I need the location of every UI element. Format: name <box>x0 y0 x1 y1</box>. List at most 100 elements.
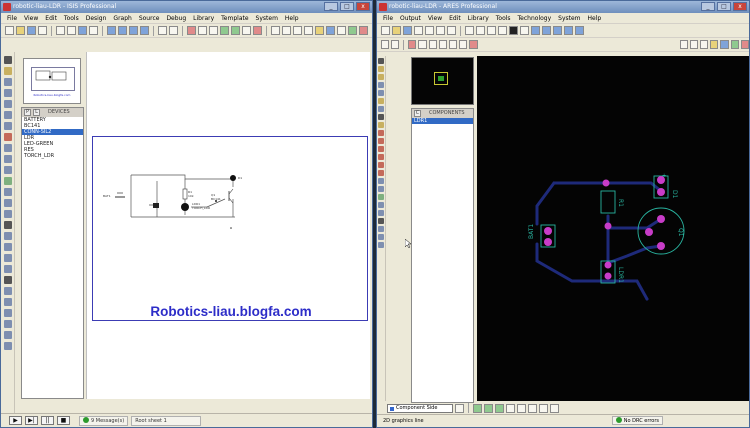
box-icon[interactable] <box>3 232 12 240</box>
menu-graph[interactable]: Graph <box>113 13 131 23</box>
print-icon[interactable] <box>38 26 47 35</box>
line-icon[interactable] <box>3 221 12 229</box>
block-move-icon[interactable] <box>449 40 458 49</box>
menu-edit[interactable]: Edit <box>45 13 57 23</box>
connectivity-highlight-icon[interactable] <box>378 114 384 120</box>
flip-icon[interactable] <box>476 26 485 35</box>
circle-icon[interactable] <box>3 243 12 251</box>
wire-autorouter-icon[interactable] <box>315 26 324 35</box>
symbol-2d-icon[interactable] <box>378 226 384 232</box>
track-mode-icon[interactable] <box>378 82 384 88</box>
component-mode-icon[interactable] <box>378 66 384 72</box>
text-2d-icon[interactable] <box>378 218 384 224</box>
polygon-pad-icon[interactable] <box>378 162 384 168</box>
menu-tools[interactable]: Tools <box>64 13 79 23</box>
new-icon[interactable] <box>5 26 14 35</box>
redo-icon[interactable] <box>169 26 178 35</box>
zoom-in-icon[interactable] <box>542 26 551 35</box>
decompose-icon[interactable] <box>699 40 709 49</box>
grid-icon[interactable] <box>487 26 496 35</box>
layer-dropdown-icon[interactable] <box>455 403 464 413</box>
track-style-icon[interactable] <box>484 403 493 413</box>
circle-2d-icon[interactable] <box>378 194 384 200</box>
graph-icon[interactable] <box>3 155 12 163</box>
export-icon[interactable] <box>425 26 434 35</box>
rotate-ccw-icon[interactable] <box>3 320 12 328</box>
layer-toggle-icon[interactable] <box>509 26 518 35</box>
menu-system[interactable]: System <box>256 13 278 23</box>
round-pad-icon[interactable] <box>378 122 384 128</box>
via-style-icon[interactable] <box>495 403 504 413</box>
make-package-icon[interactable] <box>689 40 698 49</box>
isis-overview-window[interactable]: Robotics-liau.blogfa.com <box>23 58 81 104</box>
new-icon[interactable] <box>381 26 390 35</box>
menu-file[interactable]: File <box>7 13 17 23</box>
print-icon[interactable] <box>436 26 445 35</box>
zone-mode-icon[interactable] <box>378 98 384 104</box>
play-icon[interactable] <box>473 403 482 413</box>
zoom-all-icon[interactable] <box>129 26 138 35</box>
minimize-button[interactable]: _ <box>324 2 338 11</box>
subcircuit-icon[interactable] <box>3 122 12 130</box>
refresh-icon[interactable] <box>465 26 474 35</box>
menu-view[interactable]: View <box>428 13 442 23</box>
component-mode-icon[interactable] <box>3 67 12 75</box>
menu-debug[interactable]: Debug <box>166 13 186 23</box>
paste-icon[interactable] <box>428 40 437 49</box>
play-button[interactable]: ▶ <box>9 416 22 425</box>
path-2d-icon[interactable] <box>378 210 384 216</box>
open-icon[interactable] <box>392 26 401 35</box>
menu-tools[interactable]: Tools <box>496 13 511 23</box>
grid-icon[interactable] <box>67 26 76 35</box>
arc-2d-icon[interactable] <box>378 202 384 208</box>
menu-edit[interactable]: Edit <box>449 13 461 23</box>
pick-device-icon[interactable] <box>271 26 280 35</box>
autorouter-icon[interactable] <box>710 40 719 49</box>
copy-icon[interactable] <box>198 26 207 35</box>
menu-design[interactable]: Design <box>86 13 107 23</box>
undo-icon[interactable] <box>158 26 167 35</box>
dil-pad-icon[interactable] <box>378 138 384 144</box>
schematic-editing-window[interactable]: BAT1 R1 10k LDR1 TORCH_LDR D1 Q1 BC141 R… <box>86 52 370 399</box>
zoom-in-icon[interactable] <box>107 26 116 35</box>
padstack-icon[interactable] <box>378 170 384 176</box>
layer-selector[interactable]: Component Side <box>387 403 453 413</box>
cut-icon[interactable] <box>408 40 417 49</box>
ares-overview-window[interactable] <box>411 57 474 105</box>
pcb-editing-window[interactable]: D1 Q1 R1 BAT1 LDR1 + <box>477 56 749 401</box>
zoom-area-icon[interactable] <box>140 26 149 35</box>
marker-icon[interactable] <box>3 298 12 306</box>
decompose-icon[interactable] <box>304 26 313 35</box>
path-icon[interactable] <box>3 265 12 273</box>
menu-template[interactable]: Template <box>221 13 248 23</box>
zoom-all-icon[interactable] <box>564 26 573 35</box>
menu-output[interactable]: Output <box>400 13 421 23</box>
metric-icon[interactable] <box>498 26 507 35</box>
menu-file[interactable]: File <box>383 13 393 23</box>
component-item-selected[interactable]: LDR1 <box>412 118 473 124</box>
isis-icon[interactable] <box>740 40 749 49</box>
origin-icon[interactable] <box>520 26 529 35</box>
import-icon[interactable] <box>414 26 423 35</box>
library-manager-button[interactable]: L <box>33 109 40 116</box>
mirror-x-icon[interactable] <box>3 331 12 339</box>
selection-mode-icon[interactable] <box>3 56 12 64</box>
text-script-icon[interactable] <box>3 100 12 108</box>
menu-technology[interactable]: Technology <box>518 13 552 23</box>
text-icon[interactable] <box>3 276 12 284</box>
line-2d-icon[interactable] <box>378 178 384 184</box>
via-mode-icon[interactable] <box>378 90 384 96</box>
marker-2d-icon[interactable] <box>378 234 384 240</box>
step-button[interactable]: ▶| <box>25 416 38 425</box>
menu-view[interactable]: View <box>24 13 38 23</box>
arc-icon[interactable] <box>3 254 12 262</box>
redo-icon[interactable] <box>391 40 400 49</box>
close-button[interactable]: x <box>356 2 370 11</box>
menu-source[interactable]: Source <box>139 13 160 23</box>
search-icon[interactable] <box>720 40 729 49</box>
maximize-button[interactable]: □ <box>340 2 354 11</box>
square-pad-icon[interactable] <box>378 130 384 136</box>
pin-icon[interactable] <box>3 144 12 152</box>
pause-button[interactable]: || <box>41 416 54 425</box>
pan-icon[interactable] <box>531 26 540 35</box>
